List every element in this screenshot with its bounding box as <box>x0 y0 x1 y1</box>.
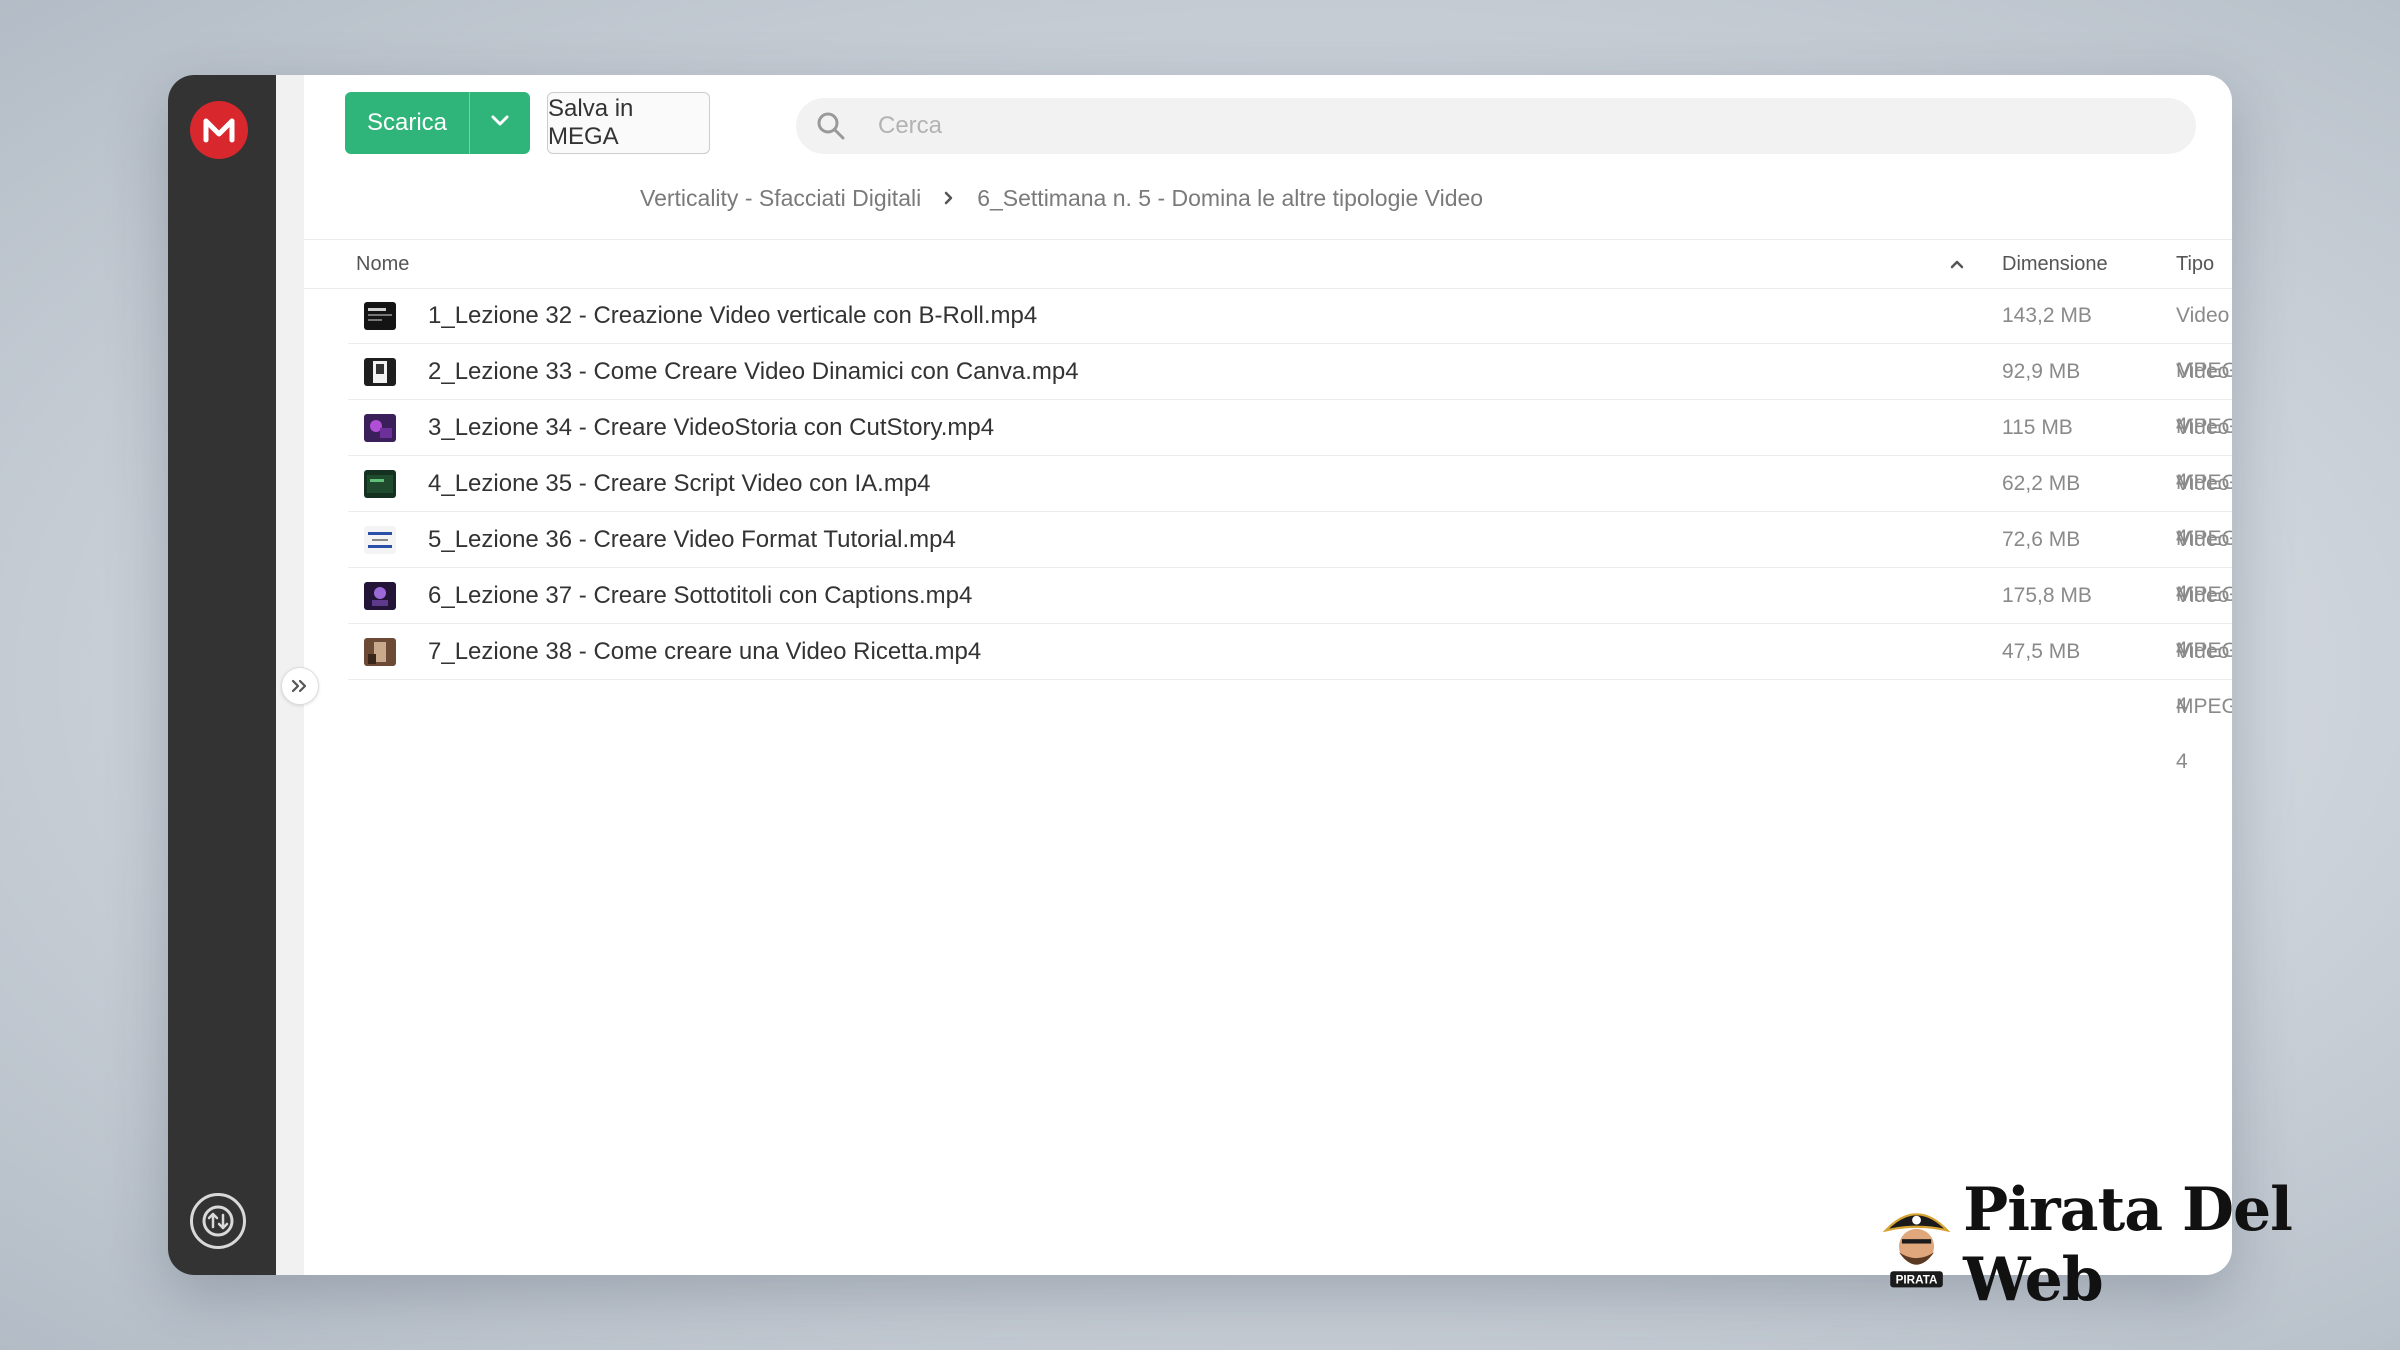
file-name: 6_Lezione 37 - Creare Sottotitoli con Ca… <box>428 582 973 609</box>
file-size: 143,2 MB <box>2002 304 2092 327</box>
file-size: 72,6 MB <box>2002 528 2081 551</box>
video-thumbnail-icon <box>364 358 396 386</box>
table-row[interactable]: 7_Lezione 38 - Come creare una Video Ric… <box>348 624 2232 773</box>
table-header: Nome Dimensione Tipo <box>304 239 2232 289</box>
file-type: Video MPEG-4 <box>2176 640 2232 773</box>
table-row[interactable]: 1_Lezione 32 - Creazione Video verticale… <box>348 288 2232 437</box>
file-name: 1_Lezione 32 - Creazione Video verticale… <box>428 302 1038 329</box>
file-list: 1_Lezione 32 - Creazione Video verticale… <box>304 288 2232 773</box>
column-header-size[interactable]: Dimensione <box>2002 240 2108 288</box>
file-size: 92,9 MB <box>2002 360 2081 383</box>
table-row[interactable]: 5_Lezione 36 - Creare Video Format Tutor… <box>348 512 2232 661</box>
search-input[interactable] <box>876 111 2080 141</box>
download-button-group: Scarica <box>345 92 530 154</box>
download-button[interactable]: Scarica <box>345 92 470 154</box>
breadcrumb-item-current[interactable]: 6_Settimana n. 5 - Domina le altre tipol… <box>977 185 1483 212</box>
video-thumbnail-icon <box>364 638 396 666</box>
table-row[interactable]: 2_Lezione 33 - Come Creare Video Dinamic… <box>348 344 2232 493</box>
pirata-del-web-watermark: PIRATA Pirata Del Web <box>1880 1175 2320 1315</box>
table-row[interactable]: 3_Lezione 34 - Creare VideoStoria con Cu… <box>348 400 2232 549</box>
breadcrumb-item-root[interactable]: Verticality - Sfacciati Digitali <box>640 185 921 212</box>
table-row[interactable]: 6_Lezione 37 - Creare Sottotitoli con Ca… <box>348 568 2232 717</box>
chevron-right-icon <box>943 190 955 206</box>
sort-ascending-icon[interactable] <box>1945 252 1969 276</box>
video-thumbnail-icon <box>364 302 396 330</box>
left-sidebar <box>168 75 276 1275</box>
main-panel: Scarica Salva in MEGA Verticality - Sfac… <box>304 75 2232 1275</box>
video-thumbnail-icon <box>364 414 396 442</box>
save-to-mega-button[interactable]: Salva in MEGA <box>547 92 710 154</box>
watermark-badge: PIRATA <box>1896 1274 1938 1287</box>
file-name: 3_Lezione 34 - Creare VideoStoria con Cu… <box>428 414 995 441</box>
file-size: 62,2 MB <box>2002 472 2081 495</box>
video-thumbnail-icon <box>364 582 396 610</box>
search-bar[interactable] <box>796 98 2196 154</box>
file-name: 7_Lezione 38 - Come creare una Video Ric… <box>428 638 982 665</box>
column-header-name[interactable]: Nome <box>356 240 409 288</box>
video-thumbnail-icon <box>364 526 396 554</box>
watermark-text: Pirata Del Web <box>1963 1175 2293 1315</box>
file-name: 2_Lezione 33 - Come Creare Video Dinamic… <box>428 358 1079 385</box>
breadcrumb: Verticality - Sfacciati Digitali 6_Setti… <box>640 180 1483 216</box>
mega-logo-icon[interactable] <box>190 101 248 159</box>
table-row[interactable]: 4_Lezione 35 - Creare Script Video con I… <box>348 456 2232 605</box>
column-header-type[interactable]: Tipo <box>2176 240 2214 288</box>
download-options-button[interactable] <box>470 92 530 154</box>
file-size: 175,8 MB <box>2002 584 2092 607</box>
file-size: 47,5 MB <box>2002 640 2081 663</box>
file-size: 115 MB <box>2002 416 2073 439</box>
transfer-icon[interactable] <box>190 1193 246 1249</box>
file-name: 4_Lezione 35 - Creare Script Video con I… <box>428 470 931 497</box>
chevron-down-icon <box>490 114 510 133</box>
search-icon <box>814 109 848 143</box>
mega-window: Scarica Salva in MEGA Verticality - Sfac… <box>168 75 2232 1275</box>
video-thumbnail-icon <box>364 470 396 498</box>
file-name: 5_Lezione 36 - Creare Video Format Tutor… <box>428 526 956 553</box>
pirate-mascot-icon: PIRATA <box>1882 1213 1951 1288</box>
